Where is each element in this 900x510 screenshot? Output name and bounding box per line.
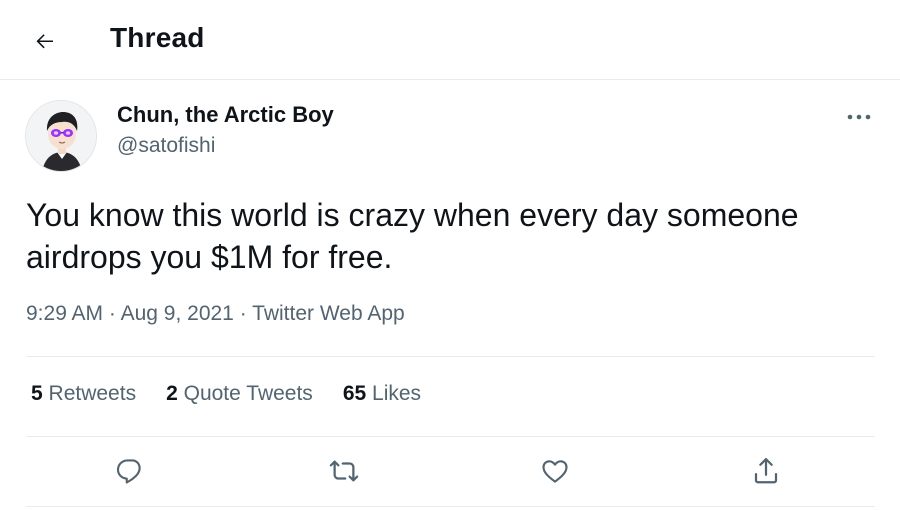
like-button[interactable] — [533, 451, 577, 491]
share-icon — [754, 458, 778, 484]
share-button[interactable] — [744, 451, 788, 491]
tweet-time[interactable]: 9:29 AM — [26, 302, 103, 325]
more-horizontal-icon — [847, 114, 871, 120]
author-handle[interactable]: @satofishi — [117, 134, 215, 158]
retweets-count: 5 — [31, 382, 43, 405]
tweet-thread-page: Thread Chun, the Arctic Boy @satofishi Y… — [0, 0, 900, 510]
heart-icon — [542, 460, 568, 483]
quote-tweets-stat[interactable]: 2 Quote Tweets — [166, 382, 313, 406]
tweet-text: You know this world is crazy when every … — [26, 197, 799, 275]
thread-header: Thread — [0, 0, 900, 80]
author-name[interactable]: Chun, the Arctic Boy — [117, 102, 334, 128]
retweet-button[interactable] — [322, 451, 366, 491]
reply-button[interactable] — [108, 451, 152, 491]
retweets-label: Retweets — [48, 382, 137, 405]
tweet-date[interactable]: Aug 9, 2021 — [121, 302, 234, 325]
quote-tweets-count: 2 — [166, 382, 178, 405]
page-title: Thread — [110, 22, 205, 53]
back-button[interactable] — [25, 21, 65, 61]
quote-tweets-label: Quote Tweets — [183, 382, 313, 405]
likes-stat[interactable]: 65 Likes — [343, 382, 421, 406]
likes-count: 65 — [342, 382, 367, 405]
likes-label: Likes — [372, 382, 422, 405]
divider — [26, 506, 875, 507]
meta-separator: · — [239, 302, 247, 325]
meta-separator: · — [108, 302, 116, 325]
tweet-stats: 5 Retweets 2 Quote Tweets 65 Likes — [31, 382, 421, 406]
arrow-left-icon — [36, 34, 53, 49]
tweet-meta: 9:29 AM · Aug 9, 2021 · Twitter Web App — [26, 302, 405, 326]
divider — [26, 436, 875, 437]
retweets-stat[interactable]: 5 Retweets — [31, 382, 136, 406]
more-options-button[interactable] — [836, 100, 882, 134]
avatar-image — [26, 101, 96, 171]
tweet-source[interactable]: Twitter Web App — [252, 302, 405, 325]
retweet-icon — [329, 460, 359, 482]
divider — [26, 356, 875, 357]
avatar[interactable] — [25, 100, 97, 172]
reply-icon — [116, 459, 141, 484]
